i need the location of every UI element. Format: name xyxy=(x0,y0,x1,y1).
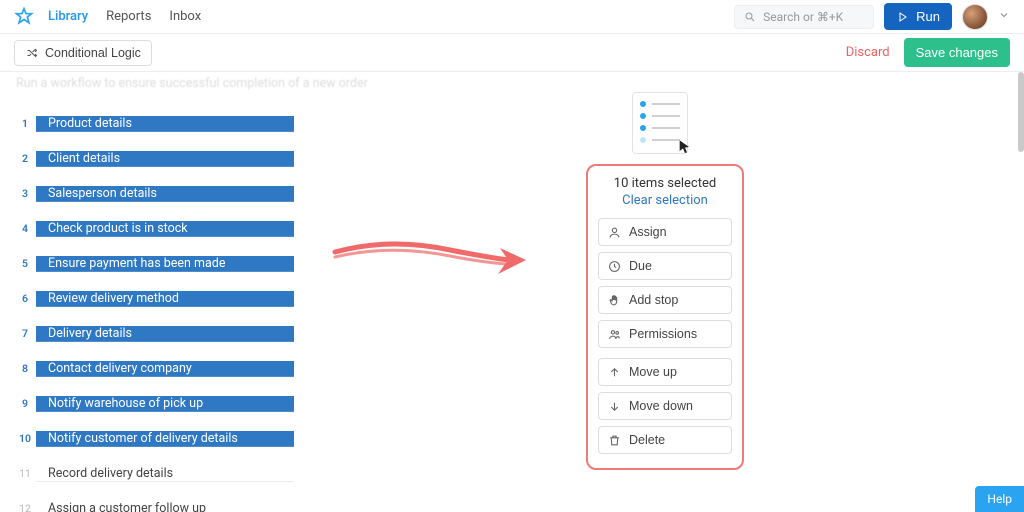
trash-icon xyxy=(607,433,621,447)
search-icon xyxy=(743,10,757,24)
user-icon xyxy=(607,225,621,239)
run-button[interactable]: Run xyxy=(884,3,952,30)
task-row[interactable]: 1Product details xyxy=(14,106,294,141)
task-number: 4 xyxy=(14,222,36,235)
clear-selection-link[interactable]: Clear selection xyxy=(598,193,732,208)
move-up-button[interactable]: Move up xyxy=(598,358,732,386)
task-label: Record delivery details xyxy=(36,466,294,482)
task-number: 10 xyxy=(14,432,36,445)
due-button[interactable]: Due xyxy=(598,252,732,280)
selection-thumbnail xyxy=(632,92,688,154)
annotation-arrow xyxy=(330,232,530,282)
task-number: 5 xyxy=(14,257,36,270)
conditional-logic-button[interactable]: Conditional Logic xyxy=(14,40,152,66)
add-stop-button[interactable]: Add stop xyxy=(598,286,732,314)
task-row[interactable]: 5Ensure payment has been made xyxy=(14,246,294,281)
app-logo-icon[interactable] xyxy=(14,7,34,27)
selection-count: 10 items selected xyxy=(598,176,732,191)
task-label: Notify customer of delivery details xyxy=(36,431,294,447)
shuffle-icon xyxy=(25,46,39,60)
task-label: Client details xyxy=(36,151,294,167)
task-number: 11 xyxy=(14,467,36,480)
workflow-description: Run a workflow to ensure successful comp… xyxy=(14,72,1010,101)
task-label: Contact delivery company xyxy=(36,361,294,377)
task-label: Salesperson details xyxy=(36,186,294,202)
search-input[interactable]: Search or ⌘+K xyxy=(734,5,874,29)
permissions-button[interactable]: Permissions xyxy=(598,320,732,348)
nav-library[interactable]: Library xyxy=(48,9,88,24)
task-number: 7 xyxy=(14,327,36,340)
nav-inbox[interactable]: Inbox xyxy=(169,9,201,24)
task-label: Ensure payment has been made xyxy=(36,256,294,272)
clock-icon xyxy=(607,259,621,273)
help-button[interactable]: Help xyxy=(975,486,1024,512)
discard-link[interactable]: Discard xyxy=(846,45,890,60)
bulk-actions-panel: 10 items selected Clear selection Assign… xyxy=(586,164,744,470)
play-icon xyxy=(896,10,910,24)
task-label: Check product is in stock xyxy=(36,221,294,237)
task-number: 12 xyxy=(14,502,36,512)
task-row[interactable]: 4Check product is in stock xyxy=(14,211,294,246)
chevron-down-icon[interactable] xyxy=(998,9,1010,25)
avatar[interactable] xyxy=(962,4,988,30)
task-label: Assign a customer follow up xyxy=(36,501,294,512)
save-changes-button[interactable]: Save changes xyxy=(904,38,1010,67)
top-bar: Library Reports Inbox Search or ⌘+K Run xyxy=(0,0,1024,34)
task-number: 6 xyxy=(14,292,36,305)
task-number: 3 xyxy=(14,187,36,200)
task-number: 9 xyxy=(14,397,36,410)
task-row[interactable]: 12Assign a customer follow up xyxy=(14,491,294,512)
delete-button[interactable]: Delete xyxy=(598,426,732,454)
assign-button[interactable]: Assign xyxy=(598,218,732,246)
task-row[interactable]: 6Review delivery method xyxy=(14,281,294,316)
task-row[interactable]: 11Record delivery details xyxy=(14,456,294,491)
task-row[interactable]: 9Notify warehouse of pick up xyxy=(14,386,294,421)
search-placeholder: Search or ⌘+K xyxy=(763,10,843,24)
move-down-button[interactable]: Move down xyxy=(598,392,732,420)
task-row[interactable]: 3Salesperson details xyxy=(14,176,294,211)
task-row[interactable]: 2Client details xyxy=(14,141,294,176)
arrow-down-icon xyxy=(607,399,621,413)
users-icon xyxy=(607,327,621,341)
arrow-up-icon xyxy=(607,365,621,379)
task-row[interactable]: 8Contact delivery company xyxy=(14,351,294,386)
task-row[interactable]: 10Notify customer of delivery details xyxy=(14,421,294,456)
task-label: Review delivery method xyxy=(36,291,294,307)
task-label: Notify warehouse of pick up xyxy=(36,396,294,412)
task-number: 1 xyxy=(14,117,36,130)
task-number: 8 xyxy=(14,362,36,375)
nav-reports[interactable]: Reports xyxy=(106,9,151,24)
main-nav: Library Reports Inbox xyxy=(48,9,201,24)
task-list: 1Product details2Client details3Salesper… xyxy=(14,106,294,512)
hand-icon xyxy=(607,293,621,307)
task-number: 2 xyxy=(14,152,36,165)
sub-bar: Conditional Logic Discard Save changes xyxy=(0,34,1024,72)
cursor-icon xyxy=(677,139,693,159)
task-label: Delivery details xyxy=(36,326,294,342)
content-area: Run a workflow to ensure successful comp… xyxy=(0,72,1024,512)
task-label: Product details xyxy=(36,116,294,132)
vertical-scrollbar[interactable] xyxy=(1018,72,1024,152)
task-row[interactable]: 7Delivery details xyxy=(14,316,294,351)
